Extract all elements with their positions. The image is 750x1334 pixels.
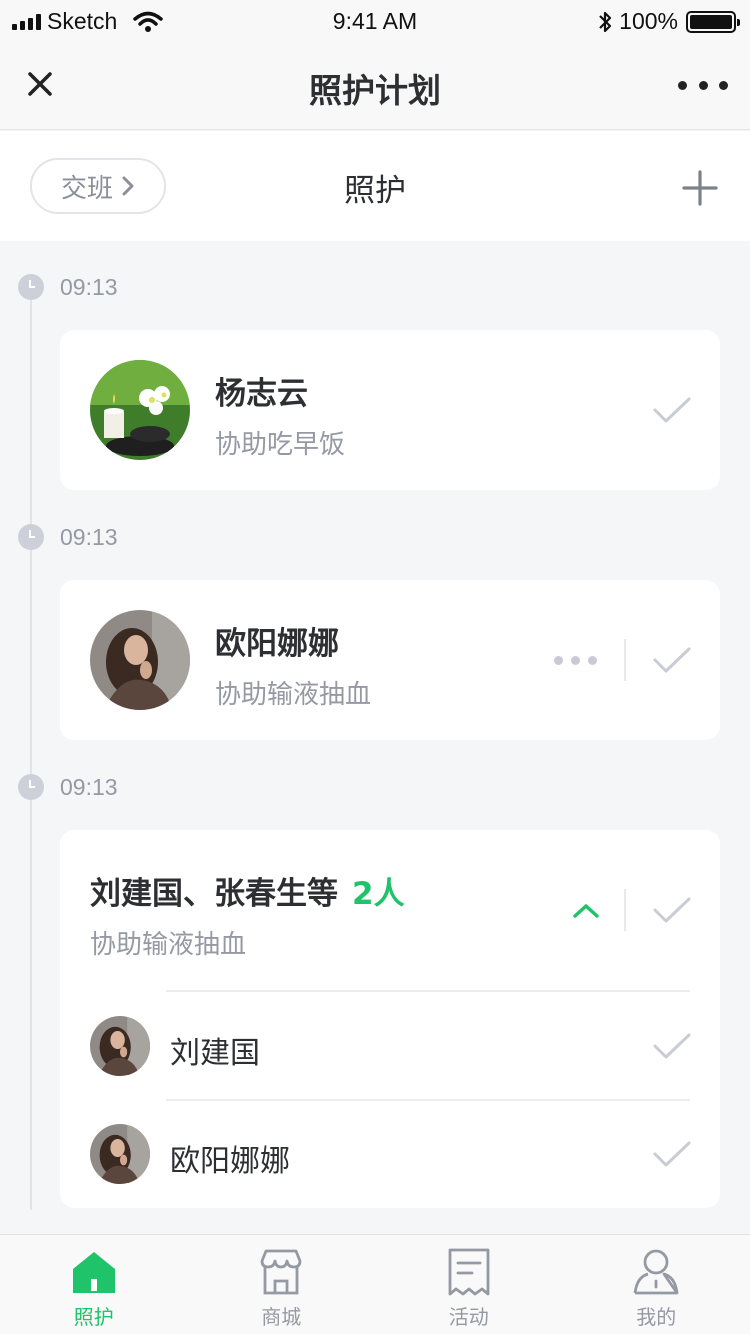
- more-icon[interactable]: [678, 70, 728, 100]
- tab-label: 照护: [73, 1305, 114, 1329]
- member-name: 欧阳娜娜: [170, 1144, 290, 1179]
- avatar: [90, 610, 190, 710]
- tab-label: 商城: [261, 1305, 302, 1329]
- bluetooth-icon: [599, 11, 612, 32]
- divider: [624, 639, 626, 681]
- time-label: 09:13: [60, 523, 118, 550]
- care-task: 协助输液抽血: [90, 930, 247, 960]
- check-icon[interactable]: [652, 396, 692, 426]
- care-card[interactable]: 欧阳娜娜 协助输液抽血: [60, 580, 720, 740]
- tab-label: 活动: [448, 1305, 489, 1329]
- clock-icon: [18, 524, 44, 550]
- timeline-time: 09:13: [18, 522, 118, 552]
- tab-store[interactable]: 商城: [188, 1235, 376, 1334]
- group-names: 刘建国、张春生等: [90, 876, 338, 912]
- check-icon[interactable]: [652, 896, 692, 926]
- user-icon: [633, 1249, 679, 1295]
- avatar: [90, 360, 190, 460]
- time-label: 09:13: [60, 773, 118, 800]
- battery-percent: 100%: [619, 8, 678, 34]
- add-icon[interactable]: [680, 168, 720, 208]
- home-icon: [72, 1252, 115, 1293]
- tab-bar: 照护 商城 活动 我的: [0, 1234, 750, 1334]
- more-icon[interactable]: [554, 656, 597, 665]
- tab-mine[interactable]: 我的: [563, 1235, 750, 1334]
- member-avatar: [90, 1124, 150, 1184]
- member-avatar: [90, 1016, 150, 1076]
- patient-name: 欧阳娜娜: [215, 626, 339, 662]
- nav-bar: 照护计划: [0, 40, 750, 130]
- tab-label: 我的: [636, 1305, 677, 1329]
- group-care-card[interactable]: 刘建国、张春生等 2人 协助输液抽血 刘建国 欧阳娜娜: [60, 830, 720, 1208]
- member-count: 2人: [352, 876, 405, 912]
- handover-button[interactable]: 交班: [30, 158, 166, 214]
- check-icon[interactable]: [652, 1140, 692, 1170]
- patient-name: 杨志云: [215, 376, 308, 412]
- check-icon[interactable]: [652, 646, 692, 676]
- time-label: 09:13: [60, 273, 118, 300]
- member-name: 刘建国: [170, 1036, 260, 1071]
- status-bar: Sketch 9:41 AM 100%: [0, 0, 750, 40]
- timeline-time: 09:13: [18, 772, 118, 802]
- divider: [166, 990, 690, 992]
- sub-header: 交班 照护: [0, 131, 750, 241]
- clock-icon: [18, 774, 44, 800]
- timeline-time: 09:13: [18, 272, 118, 302]
- battery-icon: [686, 10, 740, 33]
- care-task: 协助吃早饭: [215, 430, 346, 460]
- timeline-line: [30, 290, 32, 1210]
- care-task: 协助输液抽血: [215, 680, 372, 710]
- clock-icon: [18, 274, 44, 300]
- chevron-up-icon[interactable]: [572, 902, 600, 920]
- close-icon[interactable]: [18, 62, 62, 106]
- divider: [166, 1099, 690, 1101]
- check-icon[interactable]: [652, 1032, 692, 1062]
- care-card[interactable]: 杨志云 协助吃早饭: [60, 330, 720, 490]
- receipt-icon: [448, 1248, 490, 1296]
- divider: [624, 889, 626, 931]
- store-icon: [260, 1249, 302, 1295]
- handover-label: 交班: [60, 173, 113, 204]
- group-title: 刘建国、张春生等 2人: [90, 868, 405, 913]
- tab-activity[interactable]: 活动: [375, 1235, 563, 1334]
- tab-care[interactable]: 照护: [0, 1235, 188, 1334]
- page-title: 照护计划: [309, 71, 441, 110]
- chevron-right-icon: [122, 176, 134, 196]
